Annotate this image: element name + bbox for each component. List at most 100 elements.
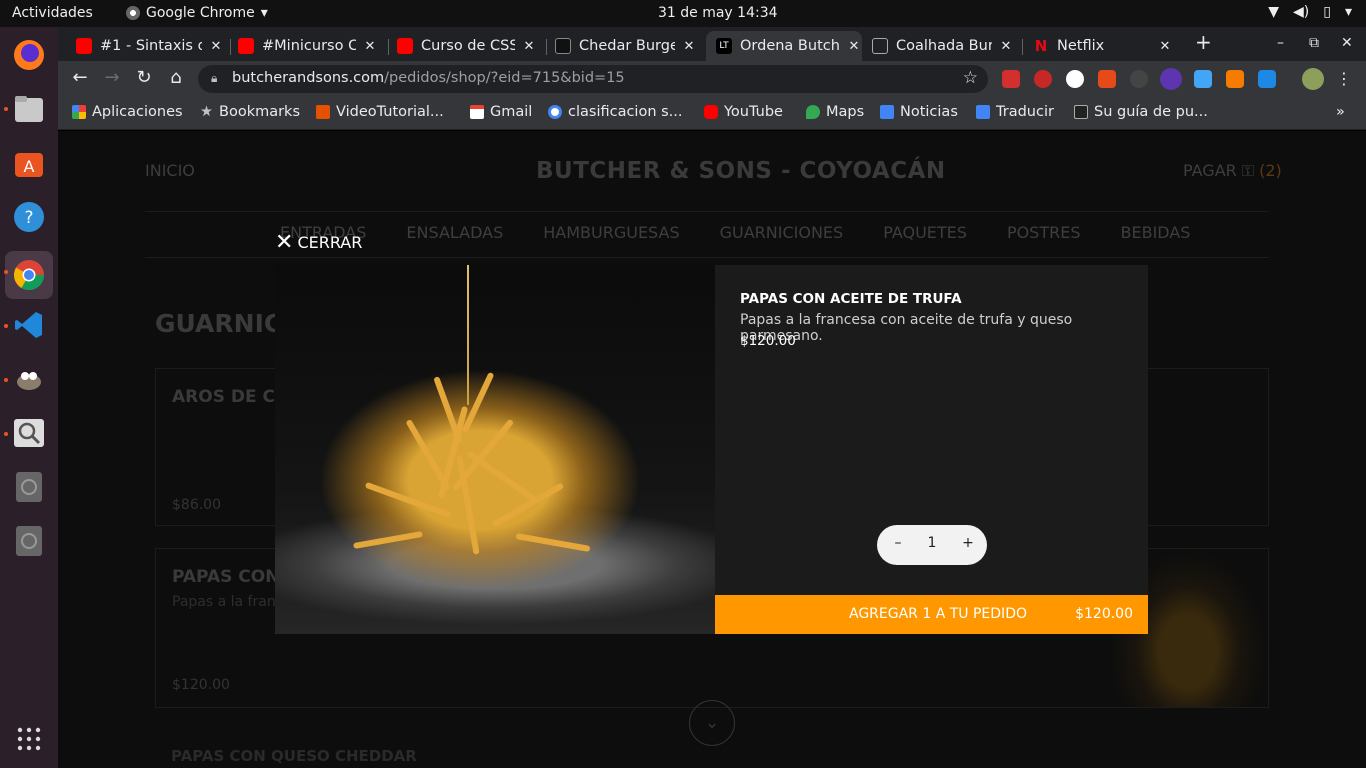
bookmark-label: Traducir: [996, 104, 1054, 120]
bookmark-label: Maps: [826, 104, 865, 120]
product-details-panel: PAPAS CON ACEITE DE TRUFA Papas a la fra…: [715, 265, 1148, 634]
tab[interactable]: N Netflix ✕: [1033, 31, 1173, 61]
url-host: butcherandsons.com: [232, 70, 385, 86]
tab-title: Curso de CSS: [421, 38, 515, 54]
close-icon[interactable]: ✕: [1157, 39, 1173, 54]
extension-icon[interactable]: [1194, 70, 1212, 88]
category-paquetes[interactable]: PAQUETES: [883, 223, 967, 242]
gmail-icon: [470, 105, 484, 119]
tab[interactable]: Coalhada Bur ✕: [872, 31, 1014, 61]
bookmark-item[interactable]: Traducir: [976, 104, 1054, 120]
category-ensaladas[interactable]: ENSALADAS: [406, 223, 503, 242]
decrement-button[interactable]: –: [889, 535, 907, 551]
apps-grid-icon: [72, 105, 86, 119]
close-icon[interactable]: ✕: [208, 39, 224, 54]
maps-icon: [806, 105, 820, 119]
disk-icon[interactable]: [9, 521, 49, 561]
lock-icon[interactable]: 🔒︎: [211, 71, 217, 86]
category-bebidas[interactable]: BEBIDAS: [1121, 223, 1191, 242]
bookmark-item[interactable]: Maps: [806, 104, 864, 120]
close-window-button[interactable]: ✕: [1341, 35, 1353, 51]
home-button[interactable]: ⌂: [164, 67, 188, 88]
back-button[interactable]: ←: [68, 67, 92, 88]
avatar[interactable]: [1302, 68, 1324, 90]
download-icon[interactable]: [1226, 70, 1244, 88]
bookmark-item[interactable]: YouTube: [704, 104, 783, 120]
youtube-icon: [238, 38, 254, 54]
nav-pay-link[interactable]: PAGAR ⚿ (2): [1183, 161, 1282, 181]
restore-button[interactable]: ⧉: [1309, 35, 1319, 51]
software-store-icon[interactable]: A: [9, 143, 49, 183]
close-icon: ✕: [275, 229, 294, 255]
category-hamburguesas[interactable]: HAMBURGUESAS: [543, 223, 679, 242]
close-icon[interactable]: ✕: [998, 39, 1014, 54]
bookmark-item[interactable]: Aplicaciones: [72, 104, 183, 120]
clock[interactable]: 31 de may 14:34: [658, 5, 778, 21]
bookmark-label: Aplicaciones: [92, 104, 183, 120]
extension-icon[interactable]: [1130, 70, 1148, 88]
close-icon[interactable]: ✕: [521, 39, 537, 54]
reload-button[interactable]: ↻: [132, 67, 156, 88]
tab[interactable]: Chedar Burge ✕: [555, 31, 697, 61]
system-tray[interactable]: ▼ ◀) ▯ ▾: [1268, 4, 1352, 20]
close-icon[interactable]: ✕: [362, 39, 378, 54]
bookmarks-overflow-icon[interactable]: »: [1336, 104, 1345, 120]
truffle-oil-drip: [467, 265, 469, 405]
bookmark-item[interactable]: VideoTutorial...: [316, 104, 444, 120]
help-icon[interactable]: ?: [9, 197, 49, 237]
running-indicator: [4, 432, 8, 436]
disk-icon[interactable]: [9, 467, 49, 507]
nav-home-link[interactable]: INICIO: [145, 161, 195, 180]
close-icon[interactable]: ✕: [846, 39, 862, 54]
screenshot-tool-icon[interactable]: [9, 413, 49, 453]
forward-button[interactable]: →: [100, 67, 124, 88]
add-to-order-button[interactable]: AGREGAR 1 A TU PEDIDO $120.00: [715, 595, 1148, 634]
app-menu[interactable]: Google Chrome ▾: [126, 5, 268, 21]
scroll-down-button[interactable]: ⌄: [689, 700, 735, 746]
vscode-icon[interactable]: [9, 305, 49, 345]
extension-icon[interactable]: [1258, 70, 1276, 88]
bookmark-item[interactable]: clasificacion s...: [548, 104, 683, 120]
tab[interactable]: #1 - Sintaxis d ✕: [76, 31, 224, 61]
extension-icon[interactable]: [1034, 70, 1052, 88]
quantity-value: 1: [927, 535, 937, 551]
gimp-icon[interactable]: [9, 359, 49, 399]
files-icon[interactable]: [9, 89, 49, 129]
extension-icon[interactable]: [1066, 70, 1084, 88]
address-bar[interactable]: 🔒︎ butcherandsons.com/pedidos/shop/?eid=…: [198, 65, 988, 93]
extension-icon[interactable]: [1098, 70, 1116, 88]
bookmark-item[interactable]: Su guía de pu...: [1074, 104, 1208, 120]
bookmark-star-icon[interactable]: ☆: [963, 68, 978, 88]
close-modal-button[interactable]: ✕ CERRAR: [275, 229, 362, 255]
bookmark-label: Noticias: [900, 104, 958, 120]
adblock-icon[interactable]: [1002, 70, 1020, 88]
category-postres[interactable]: POSTRES: [1007, 223, 1081, 242]
tab[interactable]: Curso de CSS ✕: [397, 31, 537, 61]
tab[interactable]: #Minicurso CS ✕: [238, 31, 378, 61]
bookmark-item[interactable]: Gmail: [470, 104, 532, 120]
minimize-button[interactable]: –: [1277, 35, 1284, 51]
running-indicator: [4, 270, 8, 274]
tab-active[interactable]: LT Ordena Butch ✕: [706, 31, 862, 61]
volume-icon: ◀): [1293, 4, 1310, 20]
bookmark-label: YouTube: [724, 104, 783, 120]
url-text[interactable]: butcherandsons.com/pedidos/shop/?eid=715…: [232, 70, 625, 86]
more-menu-icon[interactable]: ⋮: [1336, 69, 1352, 88]
extension-icon[interactable]: [1160, 68, 1182, 90]
show-apps-icon[interactable]: [9, 719, 49, 759]
chrome-dock-icon[interactable]: [5, 251, 53, 299]
system-top-bar: Actividades Google Chrome ▾ 31 de may 14…: [0, 0, 1366, 27]
new-tab-button[interactable]: +: [1195, 30, 1212, 54]
running-indicator: [4, 107, 8, 111]
close-icon[interactable]: ✕: [681, 39, 697, 54]
category-guarniciones[interactable]: GUARNICIONES: [720, 223, 844, 242]
increment-button[interactable]: +: [959, 535, 977, 551]
bookmark-item[interactable]: Noticias: [880, 104, 958, 120]
youtube-icon: [76, 38, 92, 54]
bookmark-label: Su guía de pu...: [1094, 104, 1208, 120]
firefox-icon[interactable]: [9, 35, 49, 75]
bookmark-item[interactable]: ★ Bookmarks: [200, 104, 300, 120]
bookmark-label: clasificacion s...: [568, 104, 683, 120]
brand-title: BUTCHER & SONS - COYOACÁN: [536, 158, 946, 184]
activities-button[interactable]: Actividades: [12, 5, 93, 21]
